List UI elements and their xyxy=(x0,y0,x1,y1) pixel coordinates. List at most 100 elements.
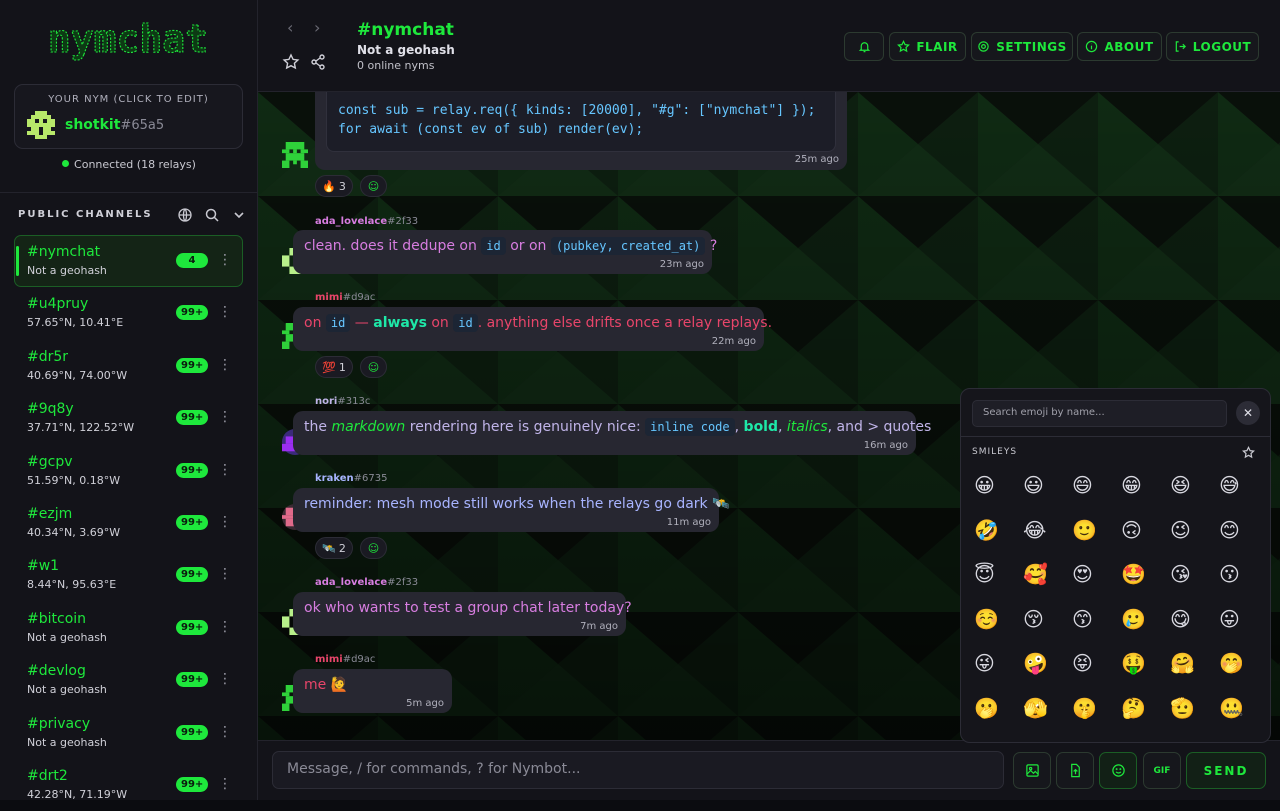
emoji-option[interactable]: ☺️ xyxy=(974,606,1023,651)
channel-menu-icon[interactable]: ⋮ xyxy=(218,617,232,637)
channel-item-bitcoin[interactable]: #bitcoin Not a geohash 99+ ⋮ xyxy=(14,602,243,654)
chevron-down-icon[interactable] xyxy=(231,207,247,223)
search-icon[interactable] xyxy=(204,207,220,223)
emoji-option[interactable]: 🤗 xyxy=(1170,650,1219,695)
share-icon[interactable] xyxy=(309,53,327,71)
emoji-option[interactable]: 😍 xyxy=(1072,561,1121,606)
favorites-star-icon[interactable] xyxy=(1242,446,1255,459)
emoji-option[interactable]: 🫢 xyxy=(974,695,1023,740)
message-time: 25m ago xyxy=(794,154,839,165)
channel-item-ezjm[interactable]: #ezjm 40.34°N, 3.69°W 99+ ⋮ xyxy=(14,497,243,549)
channel-item-gcpv[interactable]: #gcpv 51.59°N, 0.18°W 99+ ⋮ xyxy=(14,445,243,497)
channel-item-u4pruy[interactable]: #u4pruy 57.65°N, 10.41°E 99+ ⋮ xyxy=(14,287,243,339)
message-bubble[interactable]: the markdown rendering here is genuinely… xyxy=(293,411,931,455)
emoji-option[interactable]: 😜 xyxy=(974,650,1023,695)
file-upload-button[interactable] xyxy=(1056,752,1094,789)
reaction-chip[interactable]: 🔥 3 xyxy=(315,175,353,197)
channel-item-nymchat[interactable]: #nymchat Not a geohash 4 ⋮ xyxy=(14,235,243,288)
logout-button[interactable]: LOGOUT xyxy=(1166,32,1259,61)
about-button[interactable]: ABOUT xyxy=(1077,32,1162,61)
emoji-search-input[interactable]: Search emoji by name... xyxy=(972,400,1227,427)
message-bubble[interactable]: reminder: mesh mode still works when the… xyxy=(293,488,730,532)
channel-menu-icon[interactable]: ⋮ xyxy=(218,722,232,742)
channel-item-dr5r[interactable]: #dr5r 40.69°N, 74.00°W 99+ ⋮ xyxy=(14,340,243,392)
nym-card[interactable]: YOUR NYM (CLICK TO EDIT) shotkit#65a5 xyxy=(14,84,243,149)
emoji-option[interactable]: 🫣 xyxy=(1023,695,1072,740)
channel-menu-icon[interactable]: ⋮ xyxy=(218,564,232,584)
emoji-option[interactable]: 🤑 xyxy=(1121,650,1170,695)
emoji-button[interactable] xyxy=(1099,752,1137,789)
emoji-option[interactable]: 🙂 xyxy=(1072,517,1121,562)
channel-menu-icon[interactable]: ⋮ xyxy=(218,355,232,375)
code-message-bubble[interactable]: const sub = relay.req({ kinds: [20000], … xyxy=(315,92,847,170)
flair-button[interactable]: FLAIR xyxy=(889,32,966,61)
emoji-option[interactable]: 🤣 xyxy=(974,517,1023,562)
emoji-option[interactable]: 😁 xyxy=(1121,472,1170,517)
emoji-option[interactable]: 🤫 xyxy=(1072,695,1121,740)
message-bubble[interactable]: on id — always on id. anything else drif… xyxy=(293,307,772,351)
favorite-star-icon[interactable] xyxy=(282,53,300,71)
emoji-option[interactable]: 🤭 xyxy=(1219,650,1268,695)
send-button[interactable]: SEND xyxy=(1186,752,1266,789)
emoji-option[interactable]: 😄 xyxy=(1072,472,1121,517)
gif-button[interactable]: GIF xyxy=(1143,752,1181,789)
emoji-option[interactable]: 🥲 xyxy=(1121,606,1170,651)
emoji-option[interactable]: 😚 xyxy=(1023,606,1072,651)
message-input[interactable]: Message, / for commands, ? for Nymbot... xyxy=(272,751,1004,789)
emoji-option[interactable]: 🙃 xyxy=(1121,517,1170,562)
emoji-option[interactable]: 😙 xyxy=(1072,606,1121,651)
emoji-option[interactable]: 🤐 xyxy=(1219,695,1268,740)
emoji-option[interactable]: 😃 xyxy=(1023,472,1072,517)
emoji-option[interactable]: 🤔 xyxy=(1121,695,1170,740)
emoji-option[interactable]: 😆 xyxy=(1170,472,1219,517)
emoji-option[interactable]: 😗 xyxy=(1219,561,1268,606)
channel-item-drt2[interactable]: #drt2 42.28°N, 71.19°W 99+ ⋮ xyxy=(14,759,243,811)
globe-icon[interactable] xyxy=(177,207,193,223)
close-icon[interactable]: ✕ xyxy=(1236,401,1260,425)
image-upload-button[interactable] xyxy=(1013,752,1051,789)
channel-item-9q8y[interactable]: #9q8y 37.71°N, 122.52°W 99+ ⋮ xyxy=(14,392,243,444)
channel-menu-icon[interactable]: ⋮ xyxy=(218,669,232,689)
reaction-chip[interactable]: 💯 1 xyxy=(315,356,353,378)
nymchat-logo[interactable]: nymchat xyxy=(38,14,218,64)
message-bubble[interactable]: ok who wants to test a group chat later … xyxy=(293,592,632,636)
add-reaction-button[interactable]: ☺︎ xyxy=(360,356,387,378)
message-bubble[interactable]: me 🙋 5m ago xyxy=(293,669,452,713)
message-bubble[interactable]: clean. does it dedupe on id or on (pubke… xyxy=(293,230,717,274)
emoji-option[interactable]: 🤩 xyxy=(1121,561,1170,606)
emoji-option[interactable]: 🫡 xyxy=(1170,695,1219,740)
channel-menu-icon[interactable]: ⋮ xyxy=(218,774,232,794)
message-author: nori#313c xyxy=(315,396,370,407)
reaction-chip[interactable]: 🛰️ 2 xyxy=(315,537,353,559)
channel-menu-icon[interactable]: ⋮ xyxy=(218,302,232,322)
channel-item-privacy[interactable]: #privacy Not a geohash 99+ ⋮ xyxy=(14,707,243,759)
channel-menu-icon[interactable]: ⋮ xyxy=(218,250,232,270)
author-tag: #2f33 xyxy=(387,216,419,227)
message-time: 22m ago xyxy=(711,336,756,347)
emoji-option[interactable]: 😂 xyxy=(1023,517,1072,562)
settings-button[interactable]: SETTINGS xyxy=(971,32,1073,61)
emoji-option[interactable]: 😛 xyxy=(1219,606,1268,651)
back-arrow-icon[interactable]: ‹ xyxy=(287,18,293,37)
channel-menu-icon[interactable]: ⋮ xyxy=(218,460,232,480)
forward-arrow-icon[interactable]: › xyxy=(314,18,320,37)
emoji-option[interactable]: 🥰 xyxy=(1023,561,1072,606)
channel-item-w1[interactable]: #w1 8.44°N, 95.63°E 99+ ⋮ xyxy=(14,549,243,601)
channel-menu-icon[interactable]: ⋮ xyxy=(218,512,232,532)
emoji-option[interactable]: 😋 xyxy=(1170,606,1219,651)
notifications-button[interactable] xyxy=(844,32,884,61)
channel-location: 40.69°N, 74.00°W xyxy=(27,368,128,382)
emoji-option[interactable]: 😉 xyxy=(1170,517,1219,562)
emoji-option[interactable]: 😝 xyxy=(1072,650,1121,695)
emoji-option[interactable]: 😀 xyxy=(974,472,1023,517)
image-icon xyxy=(1025,764,1039,777)
emoji-option[interactable]: 🤪 xyxy=(1023,650,1072,695)
emoji-option[interactable]: 😅 xyxy=(1219,472,1268,517)
add-reaction-button[interactable]: ☺︎ xyxy=(360,175,387,197)
emoji-option[interactable]: 😘 xyxy=(1170,561,1219,606)
emoji-option[interactable]: 😊 xyxy=(1219,517,1268,562)
channel-menu-icon[interactable]: ⋮ xyxy=(218,407,232,427)
emoji-option[interactable]: 😇 xyxy=(974,561,1023,606)
add-reaction-button[interactable]: ☺︎ xyxy=(360,537,387,559)
channel-item-devlog[interactable]: #devlog Not a geohash 99+ ⋮ xyxy=(14,654,243,706)
